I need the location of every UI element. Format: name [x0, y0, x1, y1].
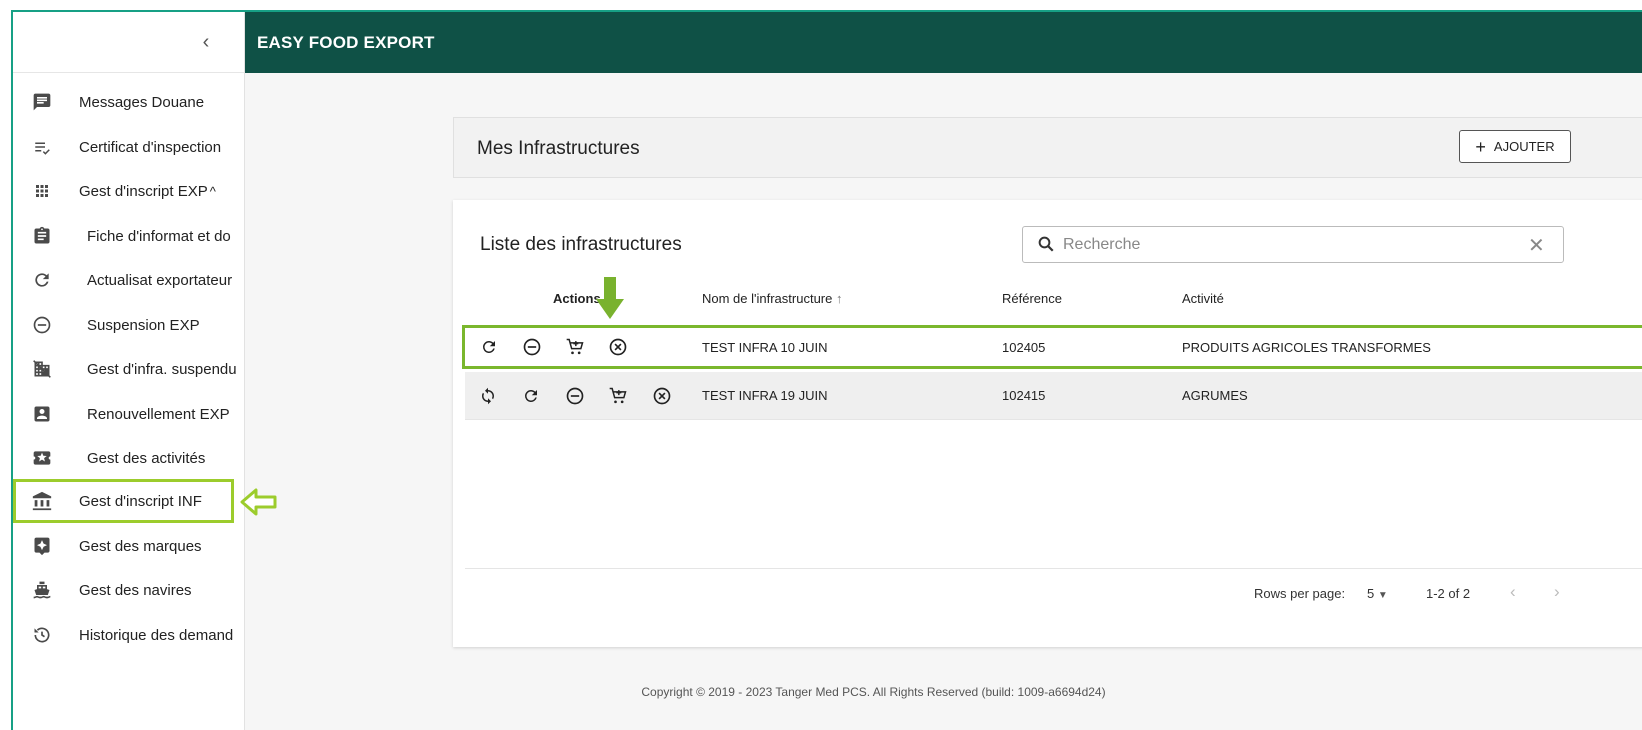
minus-circle-icon[interactable]	[564, 385, 586, 407]
refresh-icon[interactable]	[478, 336, 500, 358]
star-ticket-icon	[31, 447, 53, 469]
message-icon	[31, 91, 53, 113]
sidebar-item-label: Renouvellement EXP	[87, 405, 230, 423]
column-header-reference[interactable]: Référence	[1002, 291, 1062, 306]
sidebar-item-label: Gest des marques	[79, 537, 202, 555]
rows-per-page-label: Rows per page:	[1254, 586, 1346, 601]
infrastructure-name: TEST INFRA 19 JUIN	[702, 388, 828, 403]
sidebar-item-label: Gest d'inscript EXP ^	[79, 182, 216, 200]
infrastructures-header-card: Mes Infrastructures + AJOUTER	[453, 117, 1642, 178]
table-row: TEST INFRA 10 JUIN 102405 PRODUITS AGRIC…	[462, 325, 1642, 369]
sidebar-item-label: Gest des activités	[87, 449, 206, 467]
infrastructure-activity: PRODUITS AGRICOLES TRANSFORMES	[1182, 340, 1431, 355]
app-title: EASY FOOD EXPORT	[257, 33, 435, 52]
page-title: Mes Infrastructures	[477, 138, 640, 159]
sidebar-item-label: Gest des navires	[79, 581, 192, 599]
plus-icon: +	[1475, 136, 1486, 157]
sidebar-item-certificat[interactable]: Certificat d'inspection	[13, 125, 245, 169]
sidebar-top: ‹	[13, 12, 244, 73]
domain-off-icon	[31, 358, 53, 380]
brand-icon	[31, 535, 53, 557]
sidebar-item-label: Gest d'inscript INF	[79, 492, 202, 510]
infrastructure-reference: 102405	[1002, 340, 1046, 355]
sidebar-item-gest-infra-suspendu[interactable]: Gest d'infra. suspendu	[13, 347, 245, 391]
caret-down-icon: ▼	[1377, 590, 1388, 601]
sidebar-item-label: Gest d'infra. suspendu	[87, 360, 237, 378]
list-check-icon	[31, 136, 53, 158]
app-header: EASY FOOD EXPORT	[245, 12, 1642, 73]
sidebar-item-label: Historique des demand	[79, 626, 234, 644]
close-circle-icon[interactable]	[651, 385, 673, 407]
chevron-left-icon[interactable]: ‹	[196, 30, 216, 54]
list-title: Liste des infrastructures	[480, 234, 682, 255]
infrastructure-name: TEST INFRA 10 JUIN	[702, 340, 828, 355]
minus-circle-icon[interactable]	[521, 336, 543, 358]
sidebar-item-suspension[interactable]: Suspension EXP	[13, 303, 245, 347]
sidebar-item-gest-navires[interactable]: Gest des navires	[13, 568, 245, 612]
table-row: TEST INFRA 19 JUIN 102415 AGRUMES	[465, 372, 1642, 420]
arrow-down-icon	[596, 277, 624, 319]
chevron-up-icon: ^	[209, 183, 216, 199]
sidebar-item-gest-inscript-exp[interactable]: Gest d'inscript EXP ^	[13, 169, 245, 213]
close-circle-icon[interactable]	[607, 336, 629, 358]
cart-plus-icon[interactable]	[607, 385, 629, 407]
apps-icon	[31, 180, 53, 202]
copyright: Copyright © 2019 - 2023 Tanger Med PCS. …	[641, 685, 1106, 699]
sidebar-item-gest-marques[interactable]: Gest des marques	[13, 524, 245, 568]
sidebar-item-fiche[interactable]: Fiche d'informat et do	[13, 214, 245, 258]
refresh-icon	[31, 269, 53, 291]
sidebar-item-renouvellement[interactable]: Renouvellement EXP	[13, 392, 245, 436]
search-icon	[1037, 235, 1055, 258]
add-button[interactable]: + AJOUTER	[1459, 130, 1571, 163]
sidebar-item-messages-douane[interactable]: Messages Douane	[13, 80, 245, 124]
history-icon	[31, 624, 53, 646]
next-page-icon[interactable]: ›	[1554, 582, 1560, 602]
search-input[interactable]	[1063, 233, 1503, 257]
search-box: ✕	[1022, 226, 1564, 263]
main-content: Mes Infrastructures + AJOUTER Liste des …	[245, 73, 1642, 730]
ferry-icon	[31, 579, 53, 601]
bank-icon	[31, 490, 53, 512]
sort-arrow-up-icon: ↑	[836, 291, 843, 306]
sidebar-item-label: Messages Douane	[79, 93, 205, 111]
sidebar-item-label: Actualisat exportateur	[87, 271, 233, 289]
arrow-left-icon	[240, 488, 277, 516]
divider	[465, 568, 1642, 569]
account-box-icon	[31, 403, 53, 425]
sidebar-item-label: Certificat d'inspection	[79, 138, 222, 156]
prev-page-icon[interactable]: ‹	[1510, 582, 1516, 602]
infrastructures-list-card: Liste des infrastructures ✕ Actions Nom …	[453, 200, 1642, 647]
pagination-range: 1-2 of 2	[1426, 586, 1471, 601]
sidebar-item-actualisat[interactable]: Actualisat exportateur	[13, 258, 245, 302]
clear-icon[interactable]: ✕	[1528, 233, 1545, 258]
infrastructure-activity: AGRUMES	[1182, 388, 1248, 403]
minus-circle-icon	[31, 314, 53, 336]
app-frame: ‹ Messages Douane Certificat d'inspectio…	[11, 10, 1642, 730]
cart-plus-icon[interactable]	[564, 336, 586, 358]
column-header-name[interactable]: Nom de l'infrastructure ↑	[702, 291, 843, 306]
column-header-activity[interactable]: Activité	[1182, 291, 1224, 306]
sidebar-item-historique[interactable]: Historique des demand	[13, 613, 245, 657]
sidebar-item-gest-inscript-inf[interactable]: Gest d'inscript INF	[13, 479, 234, 523]
rows-per-page-select[interactable]: 5 ▼	[1367, 586, 1388, 601]
sidebar-item-gest-activites[interactable]: Gest des activités	[13, 436, 245, 480]
sidebar: ‹ Messages Douane Certificat d'inspectio…	[13, 12, 245, 730]
sidebar-item-label: Fiche d'informat et do	[87, 227, 231, 245]
infrastructure-reference: 102415	[1002, 388, 1046, 403]
sidebar-item-label: Suspension EXP	[87, 316, 200, 334]
column-header-actions: Actions	[553, 291, 601, 306]
clipboard-icon	[31, 225, 53, 247]
sync-icon[interactable]	[477, 385, 499, 407]
refresh-icon[interactable]	[520, 385, 542, 407]
